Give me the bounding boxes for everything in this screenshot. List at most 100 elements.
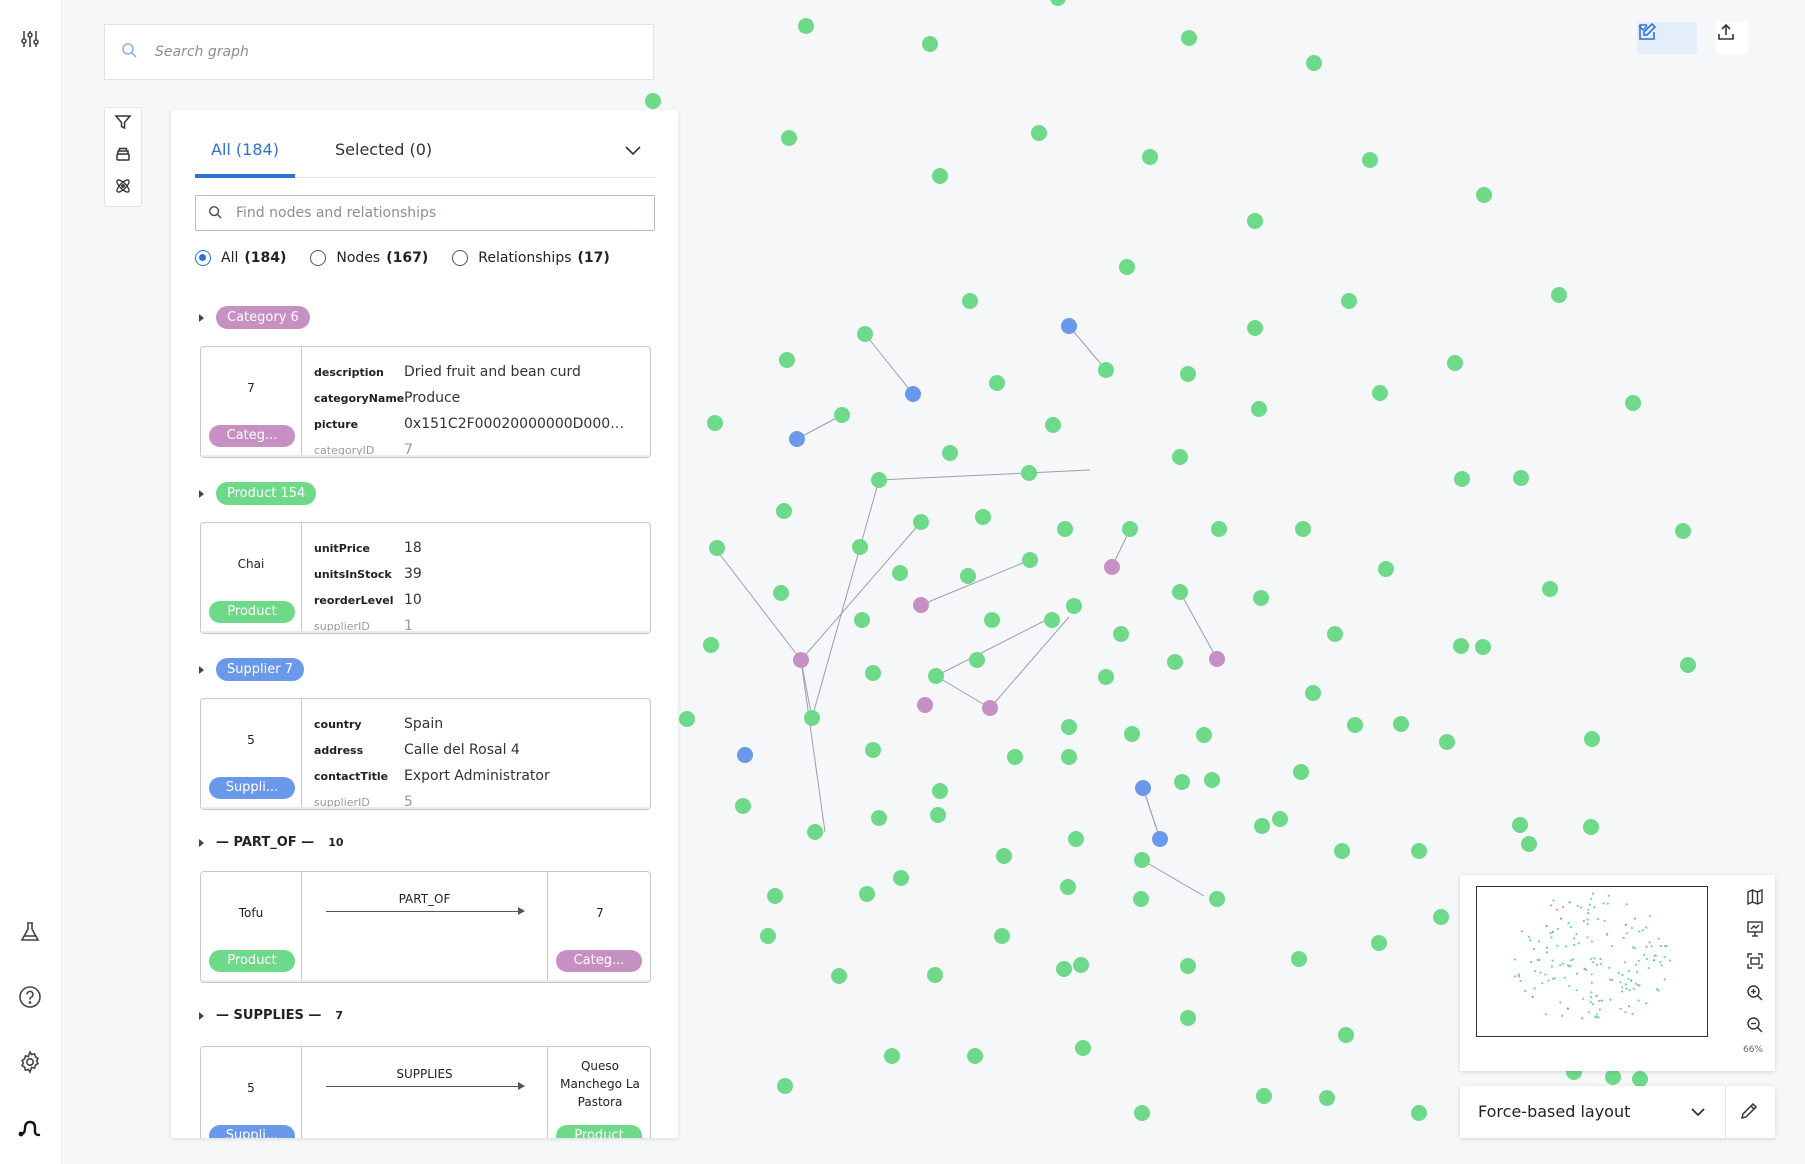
group-supplier[interactable]: Supplier 7 bbox=[199, 658, 304, 681]
chevron-down-icon[interactable] bbox=[1686, 1100, 1710, 1124]
product-node[interactable] bbox=[960, 568, 976, 584]
product-node[interactable] bbox=[1293, 764, 1309, 780]
product-node[interactable] bbox=[1134, 1105, 1150, 1121]
product-node[interactable] bbox=[1044, 612, 1060, 628]
product-node[interactable] bbox=[760, 928, 776, 944]
product-node[interactable] bbox=[1122, 521, 1138, 537]
product-node[interactable] bbox=[1068, 831, 1084, 847]
product-node[interactable] bbox=[857, 326, 873, 342]
product-node[interactable] bbox=[773, 585, 789, 601]
product-node[interactable] bbox=[1378, 561, 1394, 577]
product-node[interactable] bbox=[781, 130, 797, 146]
product-node[interactable] bbox=[854, 612, 870, 628]
product-node[interactable] bbox=[1007, 749, 1023, 765]
product-node[interactable] bbox=[1172, 449, 1188, 465]
product-node[interactable] bbox=[1204, 772, 1220, 788]
product-node[interactable] bbox=[1583, 819, 1599, 835]
stack-button[interactable] bbox=[105, 140, 141, 172]
radio-nodes[interactable]: Nodes (167) bbox=[310, 250, 428, 266]
product-node[interactable] bbox=[1291, 951, 1307, 967]
group-supplies[interactable]: — SUPPLIES — 7 bbox=[199, 1008, 343, 1023]
category-node[interactable] bbox=[793, 652, 809, 668]
settings-icon[interactable] bbox=[17, 1049, 43, 1075]
product-node[interactable] bbox=[892, 565, 908, 581]
radio-relationships[interactable]: Relationships (17) bbox=[452, 250, 610, 266]
tab-all[interactable]: All (184) bbox=[211, 140, 279, 159]
graph-search-input[interactable] bbox=[155, 44, 615, 60]
product-node[interactable] bbox=[1454, 471, 1470, 487]
pencil-icon[interactable] bbox=[1738, 1100, 1762, 1124]
layout-selector[interactable]: Force-based layout bbox=[1460, 1086, 1775, 1138]
product-node[interactable] bbox=[1512, 817, 1528, 833]
product-node[interactable] bbox=[1196, 727, 1212, 743]
find-box[interactable] bbox=[195, 195, 655, 231]
product-node[interactable] bbox=[871, 472, 887, 488]
product-node[interactable] bbox=[1295, 521, 1311, 537]
product-node[interactable] bbox=[1180, 1010, 1196, 1026]
product-node[interactable] bbox=[1551, 287, 1567, 303]
product-node[interactable] bbox=[777, 1078, 793, 1094]
product-node[interactable] bbox=[1251, 401, 1267, 417]
product-node[interactable] bbox=[645, 93, 661, 109]
product-node[interactable] bbox=[707, 415, 723, 431]
product-node[interactable] bbox=[1113, 626, 1129, 642]
product-node[interactable] bbox=[1327, 626, 1343, 642]
product-node[interactable] bbox=[922, 36, 938, 52]
relationship-edge[interactable] bbox=[1179, 591, 1218, 660]
graph-search-box[interactable] bbox=[104, 24, 654, 80]
chevron-down-icon[interactable] bbox=[621, 138, 645, 162]
product-node[interactable] bbox=[1319, 1090, 1335, 1106]
presentation-button[interactable] bbox=[1743, 915, 1767, 947]
relationship-edge[interactable] bbox=[935, 675, 991, 709]
product-node[interactable] bbox=[834, 407, 850, 423]
product-node[interactable] bbox=[1411, 843, 1427, 859]
minimap-viewport[interactable] bbox=[1476, 886, 1708, 1037]
relationship-edge[interactable] bbox=[878, 469, 1091, 481]
product-node[interactable] bbox=[779, 352, 795, 368]
product-node[interactable] bbox=[932, 168, 948, 184]
product-node[interactable] bbox=[1022, 552, 1038, 568]
supplier-node[interactable] bbox=[1152, 831, 1168, 847]
group-category[interactable]: Category 6 bbox=[199, 306, 310, 329]
export-button[interactable] bbox=[1716, 22, 1748, 54]
sliders-icon[interactable] bbox=[17, 26, 43, 52]
product-node[interactable] bbox=[1411, 1105, 1427, 1121]
atom-button[interactable] bbox=[105, 172, 141, 204]
product-node[interactable] bbox=[1439, 734, 1455, 750]
relationship-edge[interactable] bbox=[920, 559, 1031, 606]
product-node[interactable] bbox=[1584, 731, 1600, 747]
relationship-edge[interactable] bbox=[1141, 859, 1205, 897]
product-node[interactable] bbox=[984, 612, 1000, 628]
product-node[interactable] bbox=[1061, 749, 1077, 765]
product-node[interactable] bbox=[1433, 909, 1449, 925]
product-node[interactable] bbox=[1256, 1088, 1272, 1104]
find-input[interactable] bbox=[236, 205, 636, 221]
product-node[interactable] bbox=[1476, 187, 1492, 203]
product-node[interactable] bbox=[1133, 891, 1149, 907]
product-node[interactable] bbox=[703, 637, 719, 653]
product-node[interactable] bbox=[942, 445, 958, 461]
edit-menu-button[interactable] bbox=[1637, 22, 1697, 54]
product-node[interactable] bbox=[1045, 417, 1061, 433]
product-node[interactable] bbox=[975, 509, 991, 525]
relationship-edge[interactable] bbox=[864, 333, 914, 395]
product-node[interactable] bbox=[804, 710, 820, 726]
supplier-card[interactable]: 5 Suppli... country Spain address Calle de… bbox=[200, 698, 651, 810]
product-node[interactable] bbox=[1542, 581, 1558, 597]
product-node[interactable] bbox=[1066, 598, 1082, 614]
zoom-out-button[interactable] bbox=[1743, 1011, 1767, 1043]
relationship-edge[interactable] bbox=[714, 547, 802, 661]
product-node[interactable] bbox=[1180, 958, 1196, 974]
relationship-edge[interactable] bbox=[811, 479, 880, 719]
relationship-edge[interactable] bbox=[989, 616, 1070, 709]
product-node[interactable] bbox=[1272, 811, 1288, 827]
product-node[interactable] bbox=[1075, 1040, 1091, 1056]
product-node[interactable] bbox=[913, 514, 929, 530]
map-button[interactable] bbox=[1743, 883, 1767, 915]
product-node[interactable] bbox=[1098, 362, 1114, 378]
product-node[interactable] bbox=[1021, 465, 1037, 481]
product-node[interactable] bbox=[1521, 836, 1537, 852]
supplier-node[interactable] bbox=[1135, 780, 1151, 796]
product-node[interactable] bbox=[927, 967, 943, 983]
flask-icon[interactable] bbox=[17, 919, 43, 945]
